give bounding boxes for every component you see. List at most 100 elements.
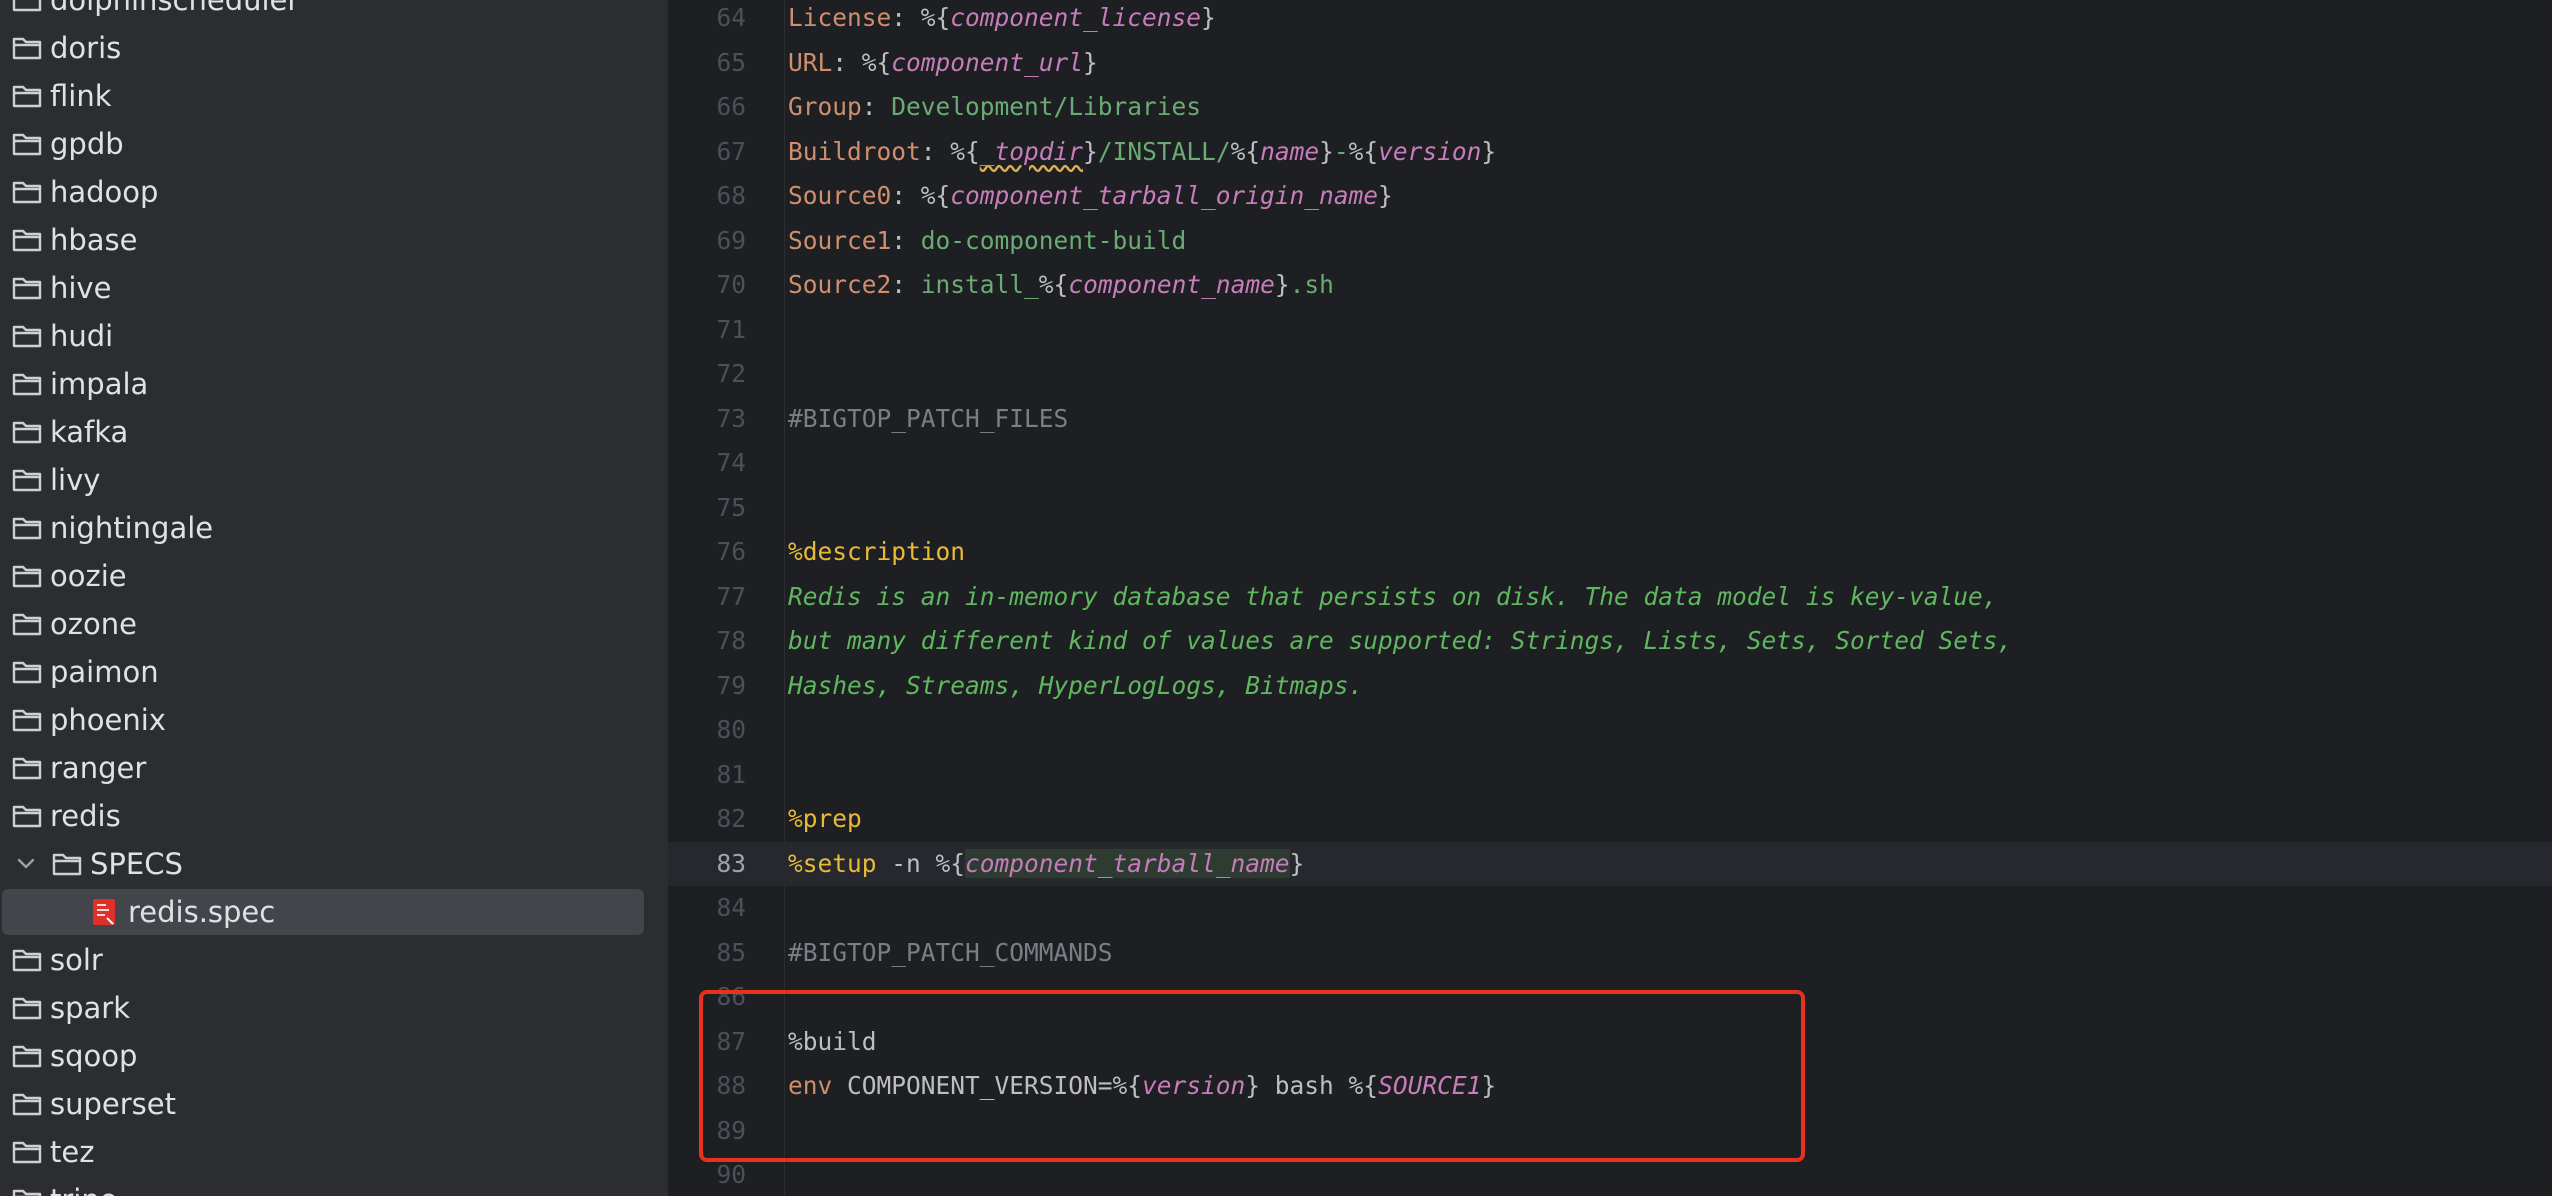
code-line-71[interactable]: 71 <box>668 308 2552 352</box>
tree-item-paimon[interactable]: paimon <box>0 648 668 696</box>
tree-item-label: phoenix <box>50 703 166 737</box>
code-line-80[interactable]: 80 <box>668 708 2552 752</box>
code-token: %description <box>788 537 966 566</box>
tree-item-livy[interactable]: livy <box>0 456 668 504</box>
tree-item-label: ozone <box>50 607 137 641</box>
code-line-66[interactable]: 66 Group: Development/Libraries <box>668 85 2552 129</box>
tree-item-redis[interactable]: redis <box>0 792 668 840</box>
tree-item-gpdb[interactable]: gpdb <box>0 120 668 168</box>
code-token: #BIGTOP_PATCH_COMMANDS <box>788 937 1113 967</box>
code-line-73[interactable]: 73 #BIGTOP_PATCH_FILES <box>668 397 2552 441</box>
tree-item-solr[interactable]: solr <box>0 936 668 984</box>
tree-item-hbase[interactable]: hbase <box>0 216 668 264</box>
tree-item-hudi[interactable]: hudi <box>0 312 668 360</box>
code-token: } <box>1083 47 1098 77</box>
code-token: - <box>1333 136 1349 166</box>
code-line-70[interactable]: 70 Source2: install_%{component_name}.sh <box>668 263 2552 307</box>
code-line-77[interactable]: 77 Redis is an in-memory database that pe… <box>668 575 2552 619</box>
tree-item-nightingale[interactable]: nightingale <box>0 504 668 552</box>
code-text: %description <box>788 530 965 574</box>
tree-item-sqoop[interactable]: sqoop <box>0 1032 668 1080</box>
tree-item-specs[interactable]: SPECS <box>0 840 668 888</box>
folder-icon <box>12 803 42 829</box>
folder-icon <box>12 947 42 973</box>
folder-icon <box>12 0 42 13</box>
tree-item-dolphinscheduler[interactable]: dolphinscheduler <box>0 0 668 24</box>
line-number: 64 <box>716 3 746 32</box>
folder-icon <box>12 707 42 733</box>
code-text: #BIGTOP_PATCH_COMMANDS <box>788 931 1113 975</box>
folder-icon <box>12 755 42 781</box>
tree-item-doris[interactable]: doris <box>0 24 668 72</box>
tree-item-label: dolphinscheduler <box>50 0 300 17</box>
code-token: %{ <box>1038 270 1069 299</box>
code-line-79[interactable]: 79 Hashes, Streams, HyperLogLogs, Bitmaps… <box>668 664 2552 708</box>
code-line-75[interactable]: 75 <box>668 486 2552 530</box>
folder-icon <box>12 563 42 589</box>
code-line-82[interactable]: 82 %prep <box>668 797 2552 841</box>
tree-item-phoenix[interactable]: phoenix <box>0 696 668 744</box>
code-line-69[interactable]: 69 Source1: do-component-build <box>668 219 2552 263</box>
code-text: License: %{component_license} <box>788 0 1216 40</box>
code-text: Redis is an in-memory database that pers… <box>788 575 1998 619</box>
tree-item-hadoop[interactable]: hadoop <box>0 168 668 216</box>
tree-item-spark[interactable]: spark <box>0 984 668 1032</box>
code-token: Source2 <box>788 270 892 299</box>
code-line-84[interactable]: 84 <box>668 886 2552 930</box>
chevron-down-icon[interactable] <box>14 852 38 876</box>
folder-icon <box>12 515 42 541</box>
tree-item-flink[interactable]: flink <box>0 72 668 120</box>
folder-icon <box>12 83 42 109</box>
tree-item-tez[interactable]: tez <box>0 1128 668 1176</box>
folder-icon <box>12 275 42 301</box>
folder-icon <box>12 1139 42 1165</box>
tree-item-label: hbase <box>50 223 138 257</box>
tree-item-ranger[interactable]: ranger <box>0 744 668 792</box>
tree-item-label: redis <box>50 799 121 833</box>
line-number: 69 <box>716 225 746 255</box>
annotation-highlight-box <box>699 990 1805 1162</box>
code-token: Source1 <box>788 225 892 255</box>
code-token: component_url <box>891 47 1084 77</box>
code-line-65[interactable]: 65 URL: %{component_url} <box>668 41 2552 85</box>
tree-item-redis-spec[interactable]: redis.spec <box>0 888 668 936</box>
code-token: : %{ <box>832 47 892 77</box>
code-line-78[interactable]: 78 but many different kind of values are … <box>668 619 2552 663</box>
code-text: but many different kind of values are su… <box>788 619 2012 663</box>
code-token: #BIGTOP_PATCH_FILES <box>788 403 1069 433</box>
code-line-68[interactable]: 68 Source0: %{component_tarball_origin_na… <box>668 174 2552 218</box>
code-line-85[interactable]: 85 #BIGTOP_PATCH_COMMANDS <box>668 931 2552 975</box>
code-line-83[interactable]: 83 %setup -n %{component_tarball_name} <box>668 841 2552 886</box>
code-token: : <box>861 92 892 121</box>
tree-item-trino[interactable]: trino <box>0 1176 668 1196</box>
tree-item-ozone[interactable]: ozone <box>0 600 668 648</box>
code-token: License <box>788 3 892 32</box>
folder-icon <box>12 35 42 61</box>
code-line-64[interactable]: 64 License: %{component_license} <box>668 0 2552 40</box>
code-line-72[interactable]: 72 <box>668 352 2552 396</box>
tree-item-label: tez <box>50 1135 95 1169</box>
code-line-81[interactable]: 81 <box>668 753 2552 797</box>
code-line-67[interactable]: 67 Buildroot: %{_topdir}/INSTALL/%{name}-… <box>668 130 2552 174</box>
tree-item-kafka[interactable]: kafka <box>0 408 668 456</box>
folder-icon <box>52 851 82 877</box>
folder-icon <box>12 467 42 493</box>
code-token: Redis is an in-memory database that pers… <box>788 581 1998 611</box>
line-number: 80 <box>716 715 746 744</box>
code-token: do-component-build <box>920 225 1187 255</box>
tree-item-impala[interactable]: impala <box>0 360 668 408</box>
code-line-76[interactable]: 76 %description <box>668 530 2552 574</box>
code-token: %setup <box>788 848 877 878</box>
code-token: URL <box>788 47 833 77</box>
tree-item-superset[interactable]: superset <box>0 1080 668 1128</box>
tree-item-hive[interactable]: hive <box>0 264 668 312</box>
code-line-74[interactable]: 74 <box>668 441 2552 485</box>
tree-item-label: paimon <box>50 655 159 689</box>
tree-item-oozie[interactable]: oozie <box>0 552 668 600</box>
line-number: 82 <box>716 804 746 833</box>
code-token: /INSTALL/ <box>1097 136 1231 166</box>
code-token: component_tarball_name <box>965 848 1290 878</box>
code-token: component_license <box>950 3 1202 32</box>
tree-item-label: SPECS <box>90 847 183 881</box>
spec-file-icon <box>92 898 116 926</box>
